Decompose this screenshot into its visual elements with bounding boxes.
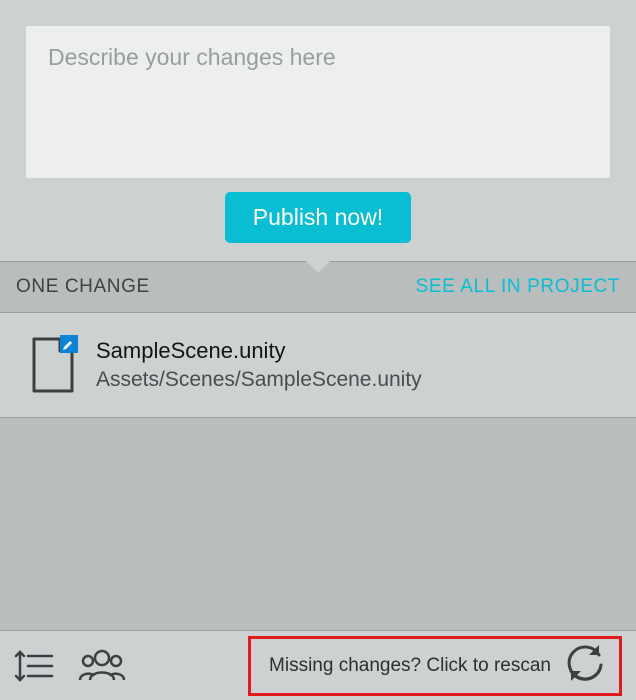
rescan-button[interactable]: Missing changes? Click to rescan <box>248 636 622 696</box>
change-file-text: SampleScene.unity Assets/Scenes/SampleSc… <box>96 338 422 392</box>
collaborators-icon[interactable] <box>78 646 126 686</box>
refresh-icon <box>563 641 607 690</box>
publish-button[interactable]: Publish now! <box>225 192 411 243</box>
changes-count-label: ONE CHANGE <box>16 276 150 298</box>
list-settings-icon[interactable] <box>14 646 54 686</box>
bottom-toolbar: Missing changes? Click to rescan <box>0 630 636 700</box>
see-all-in-project-link[interactable]: SEE ALL IN PROJECT <box>416 276 620 298</box>
rescan-label: Missing changes? Click to rescan <box>269 655 551 677</box>
changes-description-input[interactable] <box>26 26 610 178</box>
change-file-name: SampleScene.unity <box>96 338 422 364</box>
file-modified-icon <box>30 335 78 395</box>
empty-area <box>0 418 636 630</box>
change-row[interactable]: SampleScene.unity Assets/Scenes/SampleSc… <box>0 313 636 418</box>
compose-panel: Publish now! <box>0 0 636 261</box>
panel-pointer <box>304 259 332 273</box>
change-file-path: Assets/Scenes/SampleScene.unity <box>96 368 422 392</box>
